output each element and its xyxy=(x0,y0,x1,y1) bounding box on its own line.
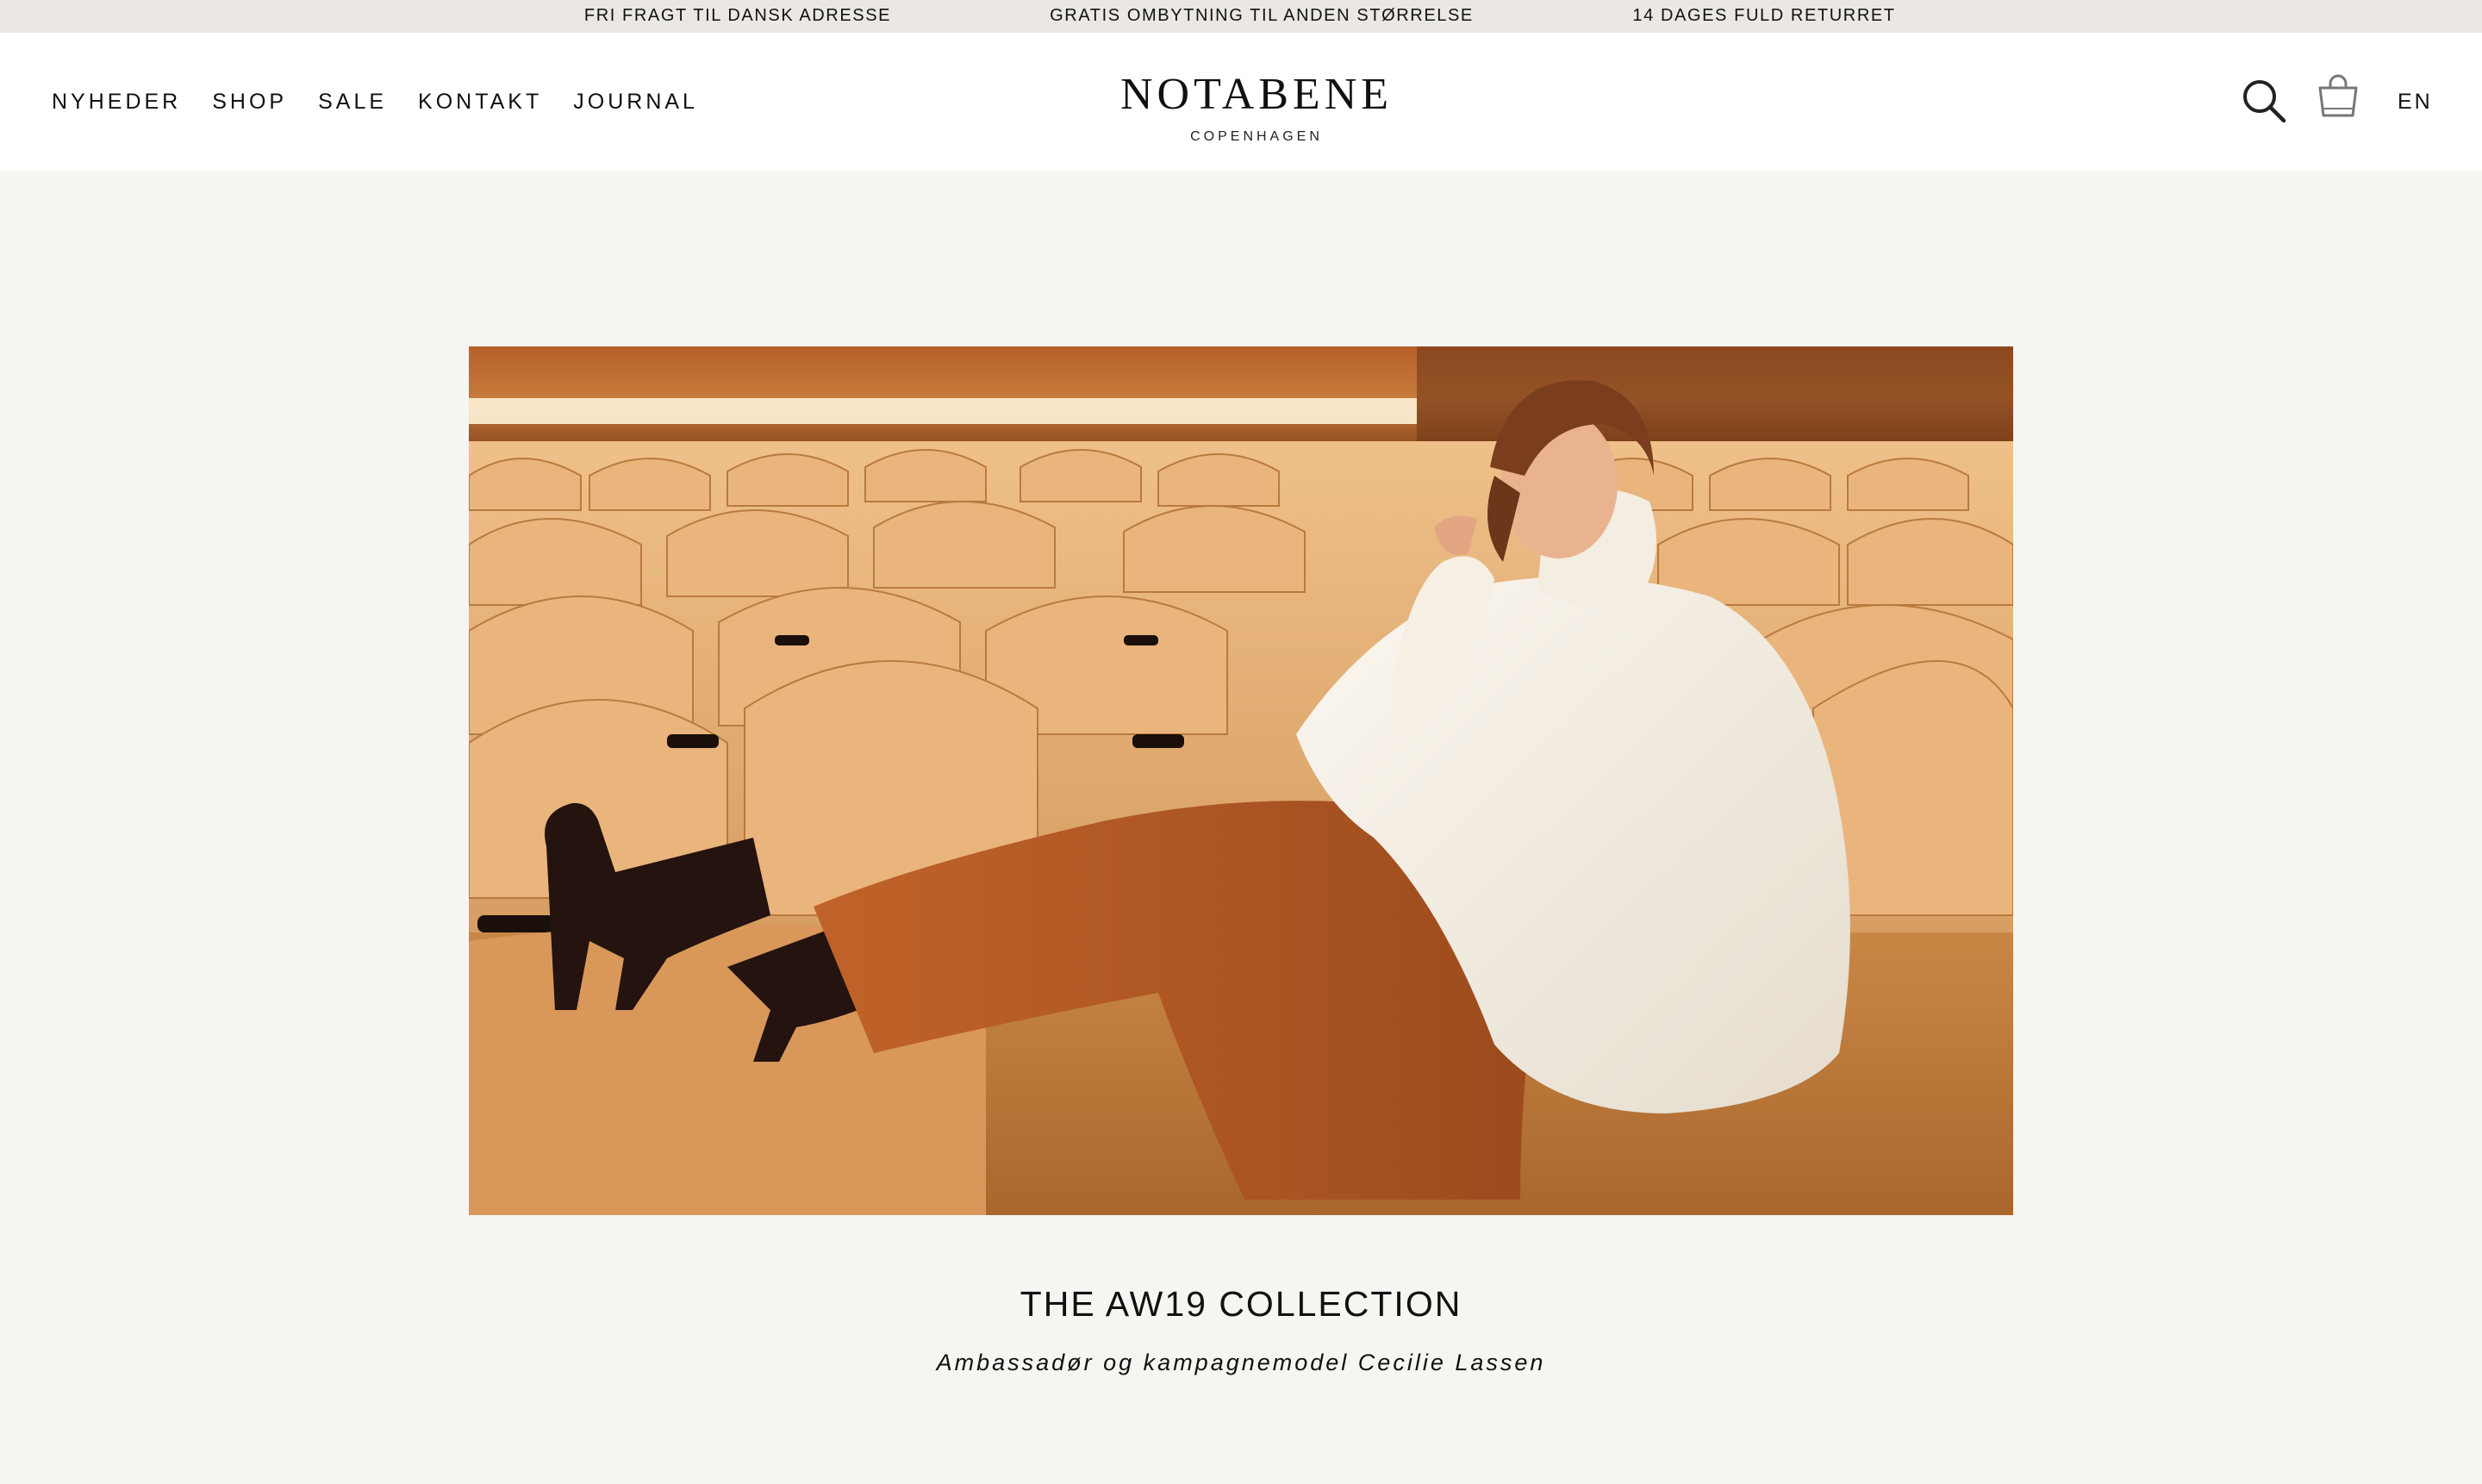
nav-item-journal[interactable]: JOURNAL xyxy=(573,90,698,115)
site-header: NYHEDER SHOP SALE KONTAKT JOURNAL NOTABE… xyxy=(0,33,2482,171)
announcement-bar: FRI FRAGT TIL DANSK ADRESSE GRATIS OMBYT… xyxy=(0,0,2482,33)
logo-subtitle: COPENHAGEN xyxy=(1190,129,1323,144)
nav-item-shop[interactable]: SHOP xyxy=(212,90,287,115)
hero-image[interactable] xyxy=(469,346,2013,1215)
announcement-free-exchange: GRATIS OMBYTNING TIL ANDEN STØRRELSE xyxy=(1050,6,1474,25)
announcement-return-policy: 14 DAGES FULD RETURRET xyxy=(1632,6,1896,25)
language-switch[interactable]: EN xyxy=(2398,33,2433,171)
main-nav: NYHEDER SHOP SALE KONTAKT JOURNAL xyxy=(52,33,729,171)
nav-item-kontakt[interactable]: KONTAKT xyxy=(418,90,542,115)
site-logo[interactable]: NOTABENE COPENHAGEN xyxy=(1120,72,1393,145)
hero-subtitle: Ambassadør og kampagnemodel Cecilie Lass… xyxy=(936,1350,1546,1375)
shopping-bag-icon[interactable] xyxy=(2317,74,2360,121)
hero-title[interactable]: THE AW19 COLLECTION xyxy=(0,1284,2482,1325)
announcement-free-shipping: FRI FRAGT TIL DANSK ADRESSE xyxy=(583,6,892,25)
nav-item-sale[interactable]: SALE xyxy=(318,90,387,115)
search-icon[interactable] xyxy=(2241,78,2289,126)
logo-brand: NOTABENE xyxy=(1119,70,1394,119)
nav-item-nyheder[interactable]: NYHEDER xyxy=(52,90,181,115)
